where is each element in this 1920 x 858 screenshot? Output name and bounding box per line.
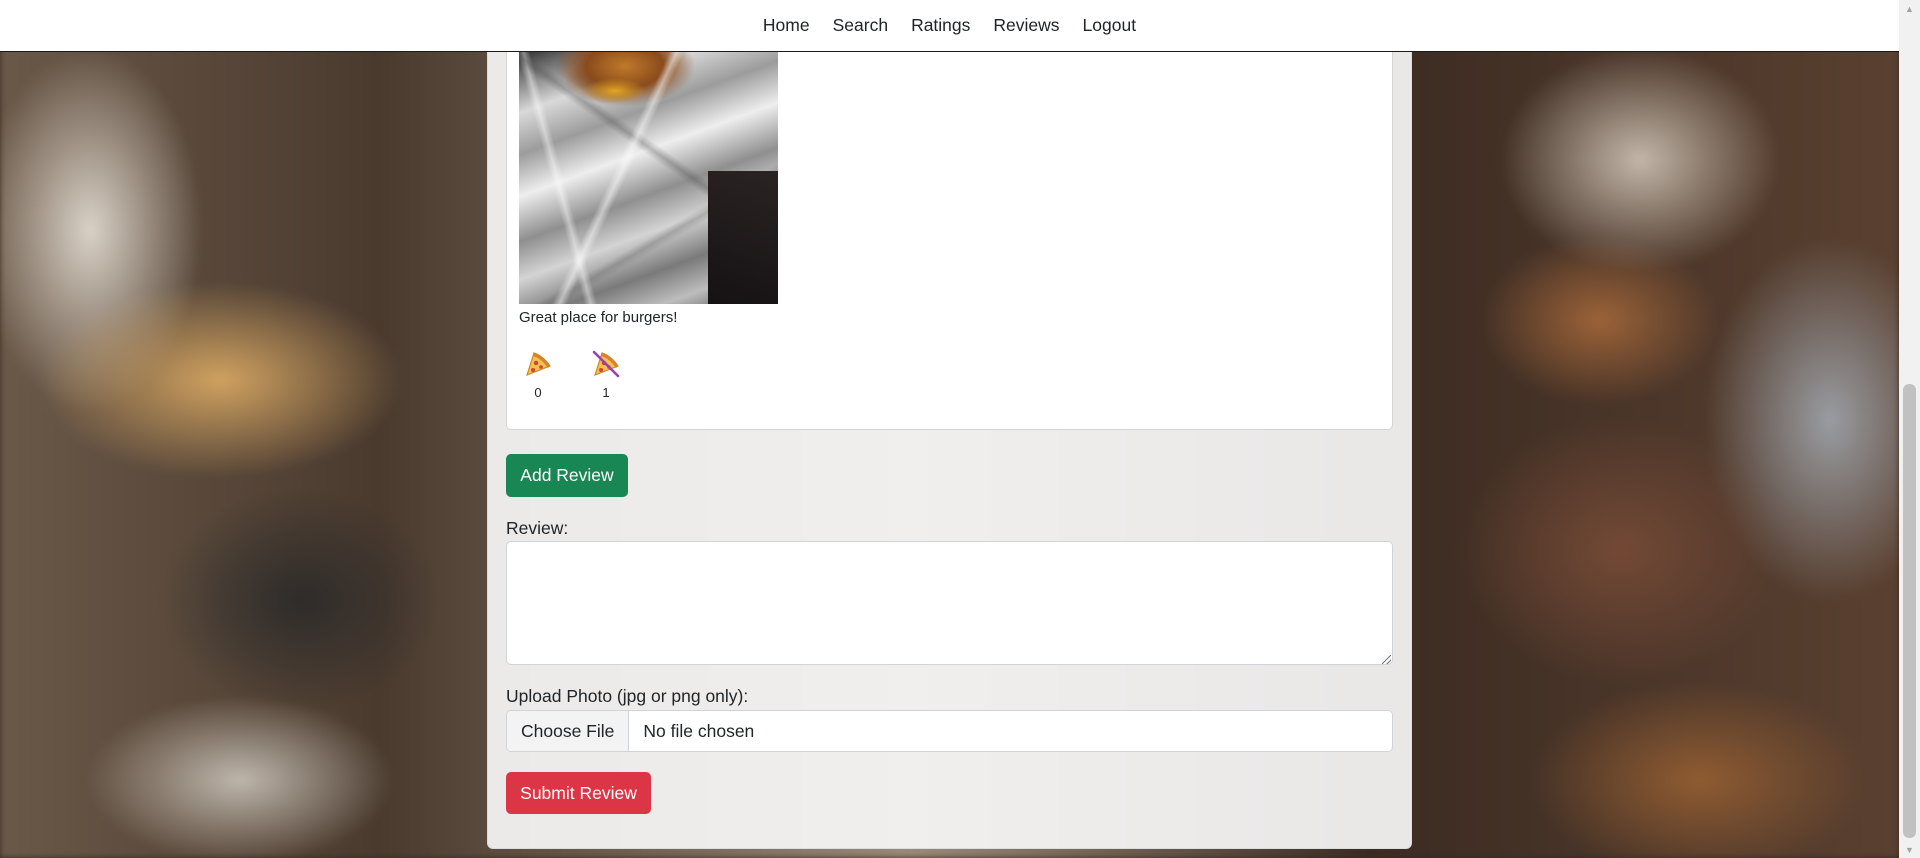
downvote-button[interactable]: 1 (584, 349, 628, 400)
upvote-button[interactable]: 0 (516, 349, 560, 400)
nav-search-link[interactable]: Search (833, 15, 888, 36)
page-scrollbar[interactable]: ▲ ▼ (1899, 0, 1920, 858)
scroll-up-arrow-icon[interactable]: ▲ (1899, 0, 1920, 17)
downvote-count: 1 (602, 385, 610, 400)
pizza-crossed-icon (592, 350, 620, 378)
add-review-button[interactable]: Add Review (506, 454, 628, 497)
upload-photo-label: Upload Photo (jpg or png only): (506, 686, 749, 706)
review-text: Great place for burgers! (519, 309, 678, 326)
pizza-icon (526, 352, 551, 377)
scroll-down-arrow-icon[interactable]: ▼ (1899, 841, 1920, 858)
submit-review-button[interactable]: Submit Review (506, 772, 651, 814)
nav-home-link[interactable]: Home (763, 15, 810, 36)
nav-logout-link[interactable]: Logout (1083, 15, 1137, 36)
upvote-count: 0 (534, 385, 542, 400)
review-photo (519, 51, 778, 304)
photo-file-input[interactable]: Choose File No file chosen (506, 710, 1393, 752)
textarea-resize-handle[interactable] (1382, 655, 1391, 664)
review-field-label: Review: (506, 518, 569, 538)
file-status-text: No file chosen (643, 720, 755, 741)
restaurant-reviews-panel: Great place for burgers! 0 1 Add Review … (487, 51, 1412, 849)
review-card: Great place for burgers! 0 1 (506, 51, 1393, 430)
top-navbar: Home Search Ratings Reviews Logout (0, 0, 1899, 52)
nav-reviews-link[interactable]: Reviews (993, 15, 1059, 36)
nav-ratings-link[interactable]: Ratings (911, 15, 970, 36)
scroll-thumb[interactable] (1903, 384, 1916, 838)
review-textarea[interactable] (506, 541, 1393, 665)
choose-file-button[interactable]: Choose File (507, 711, 630, 751)
